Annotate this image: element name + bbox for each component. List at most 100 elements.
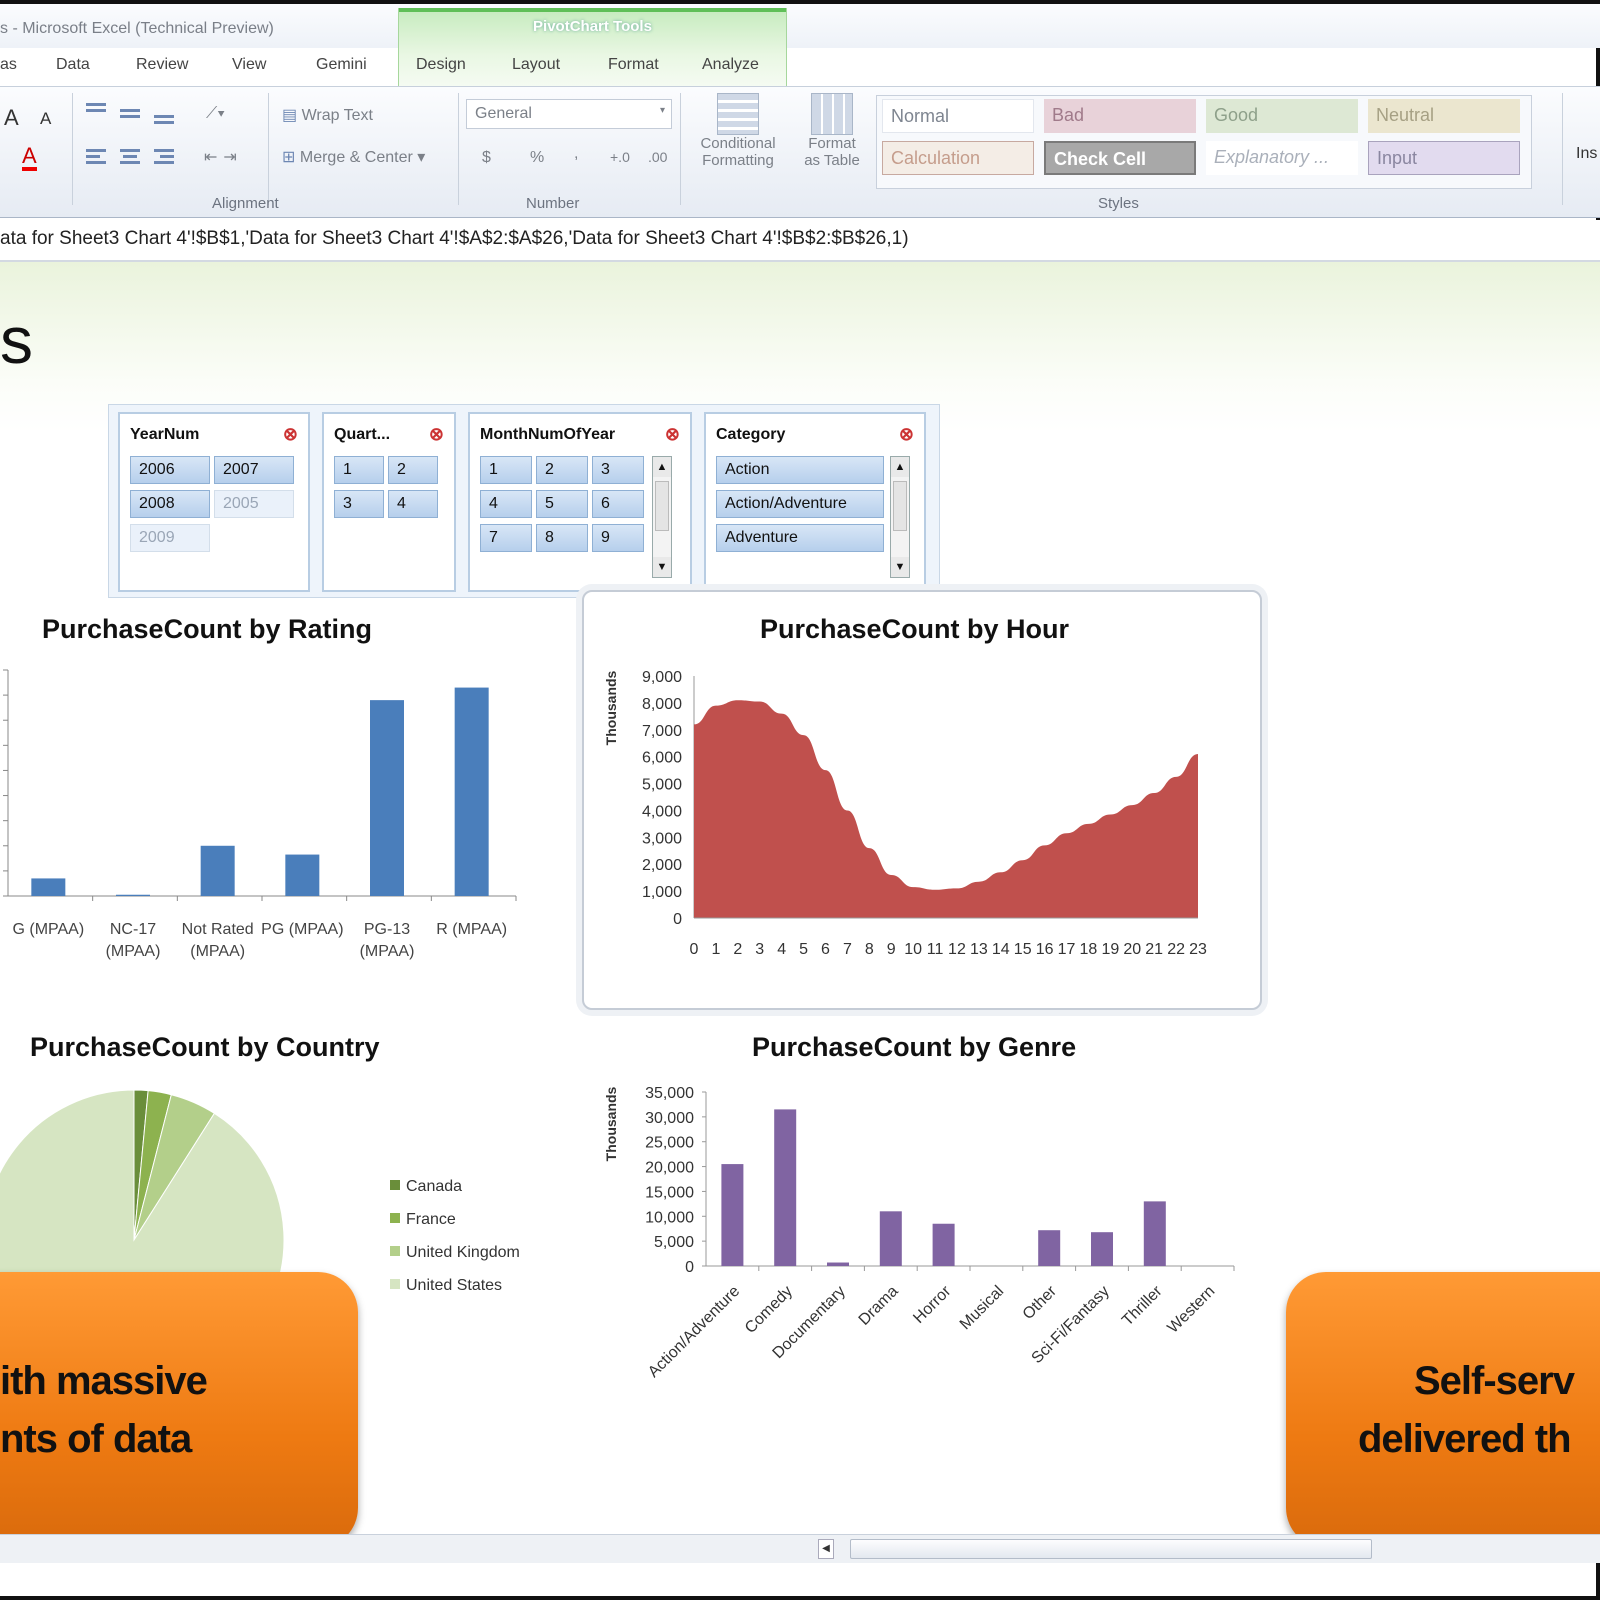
sheet-heading: s	[0, 303, 33, 377]
slicer-item[interactable]: 6	[592, 490, 644, 518]
increase-decimal-button[interactable]: +.0	[610, 149, 630, 165]
style-neutral[interactable]: Neutral	[1368, 99, 1520, 133]
scroll-left-icon[interactable]: ◀	[818, 1539, 834, 1559]
formula-text[interactable]: ata for Sheet3 Chart 4'!$B$1,'Data for S…	[0, 228, 909, 250]
tab-formulas[interactable]: as	[0, 56, 17, 74]
legend-label: Canada	[406, 1178, 462, 1195]
shrink-font-button[interactable]: A	[40, 109, 51, 129]
tab-view[interactable]: View	[232, 56, 266, 74]
slicer-item[interactable]: Action/Adventure	[716, 490, 884, 518]
slicer-item[interactable]: 7	[480, 524, 532, 552]
tab-layout[interactable]: Layout	[512, 56, 560, 74]
chart-rating[interactable]: G (MPAA) NC-17 (MPAA) Not Rated (MPAA) PG (MP…	[0, 660, 540, 990]
tab-analyze[interactable]: Analyze	[702, 56, 759, 74]
chart-hour[interactable]: Thousands 0 1,000 2,000 3,000 4,000 5,000 6,000…	[600, 660, 1240, 990]
orientation-icon[interactable]: ⟋▾	[206, 105, 225, 123]
alignment-icons[interactable]	[84, 97, 184, 177]
legend-label: United States	[406, 1277, 502, 1294]
slicer-item[interactable]: 3	[592, 456, 644, 484]
clear-filter-icon[interactable]: ⊗	[665, 424, 680, 445]
tab-data[interactable]: Data	[56, 56, 90, 74]
slicer-item[interactable]: 1	[334, 456, 384, 484]
merge-center-button[interactable]: ⊞ Merge & Center ▾	[282, 147, 425, 167]
slicer-item[interactable]: Adventure	[716, 524, 884, 552]
conditional-formatting-button[interactable]: Conditional Formatting	[690, 93, 786, 169]
horizontal-scrollbar[interactable]: ◀	[0, 1534, 1600, 1563]
clear-filter-icon[interactable]: ⊗	[283, 424, 298, 445]
slicer-item[interactable]: 2009	[130, 524, 210, 552]
slicer-item[interactable]: 3	[334, 490, 384, 518]
slicer-item[interactable]: 4	[388, 490, 438, 518]
style-check-cell[interactable]: Check Cell	[1044, 141, 1196, 175]
slicer-item[interactable]: 2005	[214, 490, 294, 518]
y-tick-label: 35,000	[645, 1085, 694, 1102]
clear-filter-icon[interactable]: ⊗	[429, 424, 444, 445]
bar	[827, 1262, 849, 1266]
decrease-decimal-button[interactable]: .00	[648, 149, 667, 165]
tab-gemini[interactable]: Gemini	[316, 56, 367, 74]
scroll-up-icon[interactable]: ▲	[653, 457, 671, 477]
bar	[932, 1223, 955, 1266]
y-tick-label: 7,000	[642, 723, 682, 740]
merge-icon: ⊞	[282, 149, 300, 166]
y-tick-label: 30,000	[645, 1110, 694, 1127]
number-group-label: Number	[526, 195, 580, 212]
slicer-item[interactable]: 2007	[214, 456, 294, 484]
insert-cells-button[interactable]: Ins	[1576, 145, 1597, 163]
style-calculation[interactable]: Calculation	[882, 141, 1034, 175]
slicer-item[interactable]: 2008	[130, 490, 210, 518]
scroll-down-icon[interactable]: ▼	[891, 557, 909, 577]
tab-design[interactable]: Design	[416, 56, 466, 74]
pivotchart-tools-context: PivotChart Tools	[398, 8, 787, 86]
slicer-item[interactable]: 5	[536, 490, 588, 518]
scroll-thumb[interactable]	[893, 481, 907, 531]
x-tick-label: Not Rated	[182, 921, 254, 938]
slicer-item[interactable]: 2	[536, 456, 588, 484]
scroll-down-icon[interactable]: ▼	[653, 557, 671, 577]
percent-button[interactable]: %	[530, 149, 544, 167]
scroll-up-icon[interactable]: ▲	[891, 457, 909, 477]
comma-button[interactable]: ,	[574, 145, 578, 163]
style-good[interactable]: Good	[1206, 99, 1358, 133]
y-tick-label: 2,000	[642, 857, 682, 874]
slicer-item[interactable]: 2006	[130, 456, 210, 484]
alignment-group-label: Alignment	[212, 195, 279, 212]
slicer-item[interactable]: 1	[480, 456, 532, 484]
font-color-button[interactable]: A	[22, 145, 37, 171]
scroll-thumb[interactable]	[850, 1539, 1372, 1559]
clear-filter-icon[interactable]: ⊗	[899, 424, 914, 445]
slicer-item[interactable]: 4	[480, 490, 532, 518]
legend-swatch	[390, 1180, 400, 1190]
tab-review[interactable]: Review	[136, 56, 188, 74]
x-tick-label: 22	[1167, 941, 1185, 958]
bar	[31, 878, 66, 896]
chart-genre[interactable]: Thousands 0 5,000 10,000 15,000 20,000 25,000 3…	[600, 1080, 1260, 1410]
x-tick-label: (MPAA)	[360, 943, 415, 960]
number-format-select[interactable]: General ▾	[466, 99, 672, 129]
slicer-item[interactable]: Action	[716, 456, 884, 484]
slicer-item[interactable]: 9	[592, 524, 644, 552]
tab-format[interactable]: Format	[608, 56, 659, 74]
indent-icon[interactable]: ⇤⇥	[204, 147, 243, 167]
callout-left-line2: nts of data	[0, 1417, 192, 1461]
x-tick-label: 3	[755, 941, 764, 958]
chart-title-hour: PurchaseCount by Hour	[760, 614, 1070, 644]
callout-left-line1: ith massive	[0, 1359, 208, 1403]
x-tick-label: 2	[733, 941, 742, 958]
style-bad[interactable]: Bad	[1044, 99, 1196, 133]
slicer-item[interactable]: 8	[536, 524, 588, 552]
wrap-text-button[interactable]: ▤ Wrap Text	[282, 105, 373, 125]
currency-button[interactable]: $	[482, 149, 491, 167]
slicer-title: Category	[716, 426, 786, 443]
slicer-scrollbar[interactable]: ▲ ▼	[652, 456, 672, 578]
x-tick-label: 6	[821, 941, 830, 958]
style-explanatory[interactable]: Explanatory ...	[1206, 141, 1358, 175]
slicer-scrollbar[interactable]: ▲ ▼	[890, 456, 910, 578]
grow-font-button[interactable]: A	[4, 105, 19, 131]
scroll-thumb[interactable]	[655, 481, 669, 531]
format-as-table-button[interactable]: Format as Table	[792, 93, 872, 169]
style-input[interactable]: Input	[1368, 141, 1520, 175]
slicer-item[interactable]: 2	[388, 456, 438, 484]
style-normal[interactable]: Normal	[882, 99, 1034, 133]
formula-bar[interactable]: ata for Sheet3 Chart 4'!$B$1,'Data for S…	[0, 220, 1600, 262]
